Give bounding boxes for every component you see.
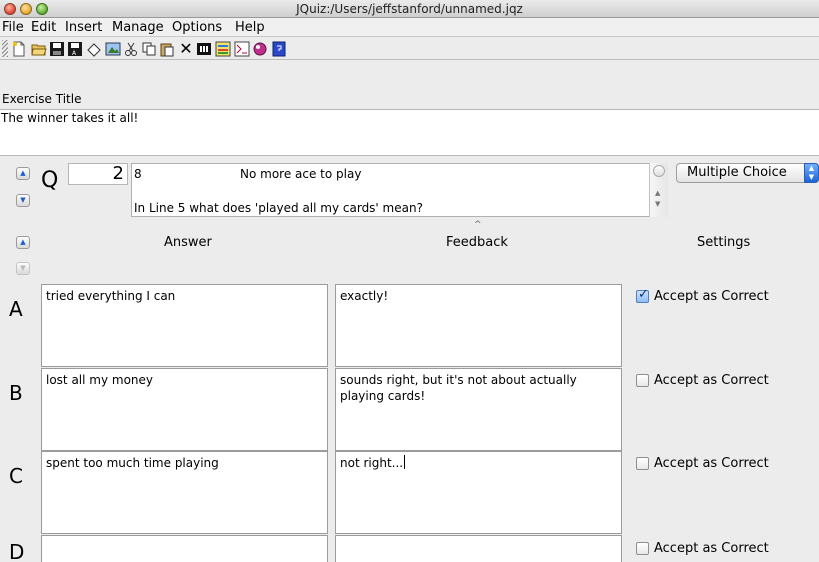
select-arrows-icon: ▲ ▼: [804, 163, 819, 183]
accept-correct-label-a: Accept as Correct: [654, 289, 769, 304]
new-file-icon[interactable]: [10, 40, 28, 57]
scroll-up-arrow-icon[interactable]: ▲: [655, 189, 660, 197]
toolbar: A ✕: [0, 37, 819, 60]
feedback-d-input[interactable]: [335, 535, 622, 562]
answer-b-input[interactable]: lost all my money: [41, 368, 328, 451]
accept-correct-label-c: Accept as Correct: [654, 456, 769, 471]
web-export-icon[interactable]: [104, 40, 122, 57]
save-as-icon[interactable]: A: [66, 40, 84, 57]
question-scrollbar[interactable]: ▲ ▼: [649, 163, 668, 217]
answer-c-input[interactable]: spent too much time playing: [41, 451, 328, 534]
help-icon[interactable]: [270, 40, 288, 57]
question-number-field[interactable]: 2: [68, 163, 128, 185]
title-bar: JQuiz:/Users/jeffstanford/unnamed.jqz: [0, 0, 819, 18]
menu-insert[interactable]: Insert: [65, 20, 102, 35]
window-title: JQuiz:/Users/jeffstanford/unnamed.jqz: [296, 2, 523, 16]
exercise-title-label: Exercise Title: [2, 92, 82, 106]
exercise-title-text: The winner takes it all!: [1, 111, 139, 125]
web-page-icon[interactable]: [214, 40, 232, 57]
delete-icon[interactable]: ✕: [177, 40, 195, 57]
scroll-down-arrow-icon[interactable]: ▼: [655, 200, 660, 208]
hot-potatoes-icon[interactable]: [251, 40, 269, 57]
menu-help[interactable]: Help: [235, 20, 265, 35]
answers-down-button[interactable]: ▼: [16, 262, 30, 275]
text-icon[interactable]: [195, 40, 213, 57]
question-line-number: 8: [134, 167, 142, 181]
checkmark-icon: ✓: [638, 287, 649, 302]
accept-correct-label-b: Accept as Correct: [654, 373, 769, 388]
toolbar-grip[interactable]: [2, 40, 8, 57]
accept-correct-label-d: Accept as Correct: [654, 541, 769, 556]
menu-edit[interactable]: Edit: [31, 20, 56, 35]
paste-icon[interactable]: [158, 40, 176, 57]
question-line-text: No more ace to play: [240, 167, 362, 181]
accept-correct-checkbox-b[interactable]: [636, 374, 649, 387]
answer-letter-d: D: [9, 540, 25, 562]
open-folder-icon[interactable]: [30, 40, 48, 57]
feedback-column-header: Feedback: [446, 235, 508, 250]
resize-handle-icon[interactable]: ^: [474, 220, 482, 230]
scroll-thumb[interactable]: [653, 165, 665, 177]
menu-manage[interactable]: Manage: [112, 20, 164, 35]
save-icon[interactable]: [48, 40, 66, 57]
copy-icon[interactable]: [140, 40, 158, 57]
feedback-a-input[interactable]: exactly!: [335, 284, 622, 367]
answer-letter-c: C: [9, 464, 23, 488]
answer-d-input[interactable]: [41, 535, 328, 562]
answer-letter-b: B: [9, 381, 23, 405]
settings-column-header: Settings: [697, 235, 751, 250]
accept-correct-checkbox-c[interactable]: [636, 457, 649, 470]
menu-file[interactable]: File: [2, 20, 24, 35]
question-prompt: In Line 5 what does 'played all my cards…: [134, 201, 423, 215]
menu-options[interactable]: Options: [172, 20, 222, 35]
question-text-area[interactable]: 8 No more ace to play In Line 5 what doe…: [131, 163, 668, 217]
eraser-icon[interactable]: [85, 40, 103, 57]
accept-correct-checkbox-a[interactable]: ✓: [636, 287, 649, 303]
exercise-title-input[interactable]: The winner takes it all!: [0, 109, 819, 156]
menu-bar: File Edit Insert Manage Options Help: [0, 18, 819, 37]
cut-icon[interactable]: [122, 40, 140, 57]
accept-correct-checkbox-d[interactable]: [636, 542, 649, 555]
feedback-c-input[interactable]: not right...: [335, 451, 622, 534]
question-type-value: Multiple Choice: [687, 165, 787, 180]
answers-up-button[interactable]: ▲: [16, 236, 30, 249]
question-label: Q: [41, 168, 59, 193]
question-down-button[interactable]: ▼: [16, 194, 30, 207]
html-icon[interactable]: [233, 40, 251, 57]
question-type-select[interactable]: Multiple Choice ▲ ▼: [676, 163, 819, 183]
question-up-button[interactable]: ▲: [16, 167, 30, 180]
feedback-c-text: not right...: [340, 456, 404, 470]
answer-column-header: Answer: [164, 235, 212, 250]
feedback-b-input[interactable]: sounds right, but it's not about actuall…: [335, 368, 622, 451]
answer-a-input[interactable]: tried everything I can: [41, 284, 328, 367]
answer-letter-a: A: [9, 297, 23, 321]
text-cursor: [404, 455, 406, 469]
